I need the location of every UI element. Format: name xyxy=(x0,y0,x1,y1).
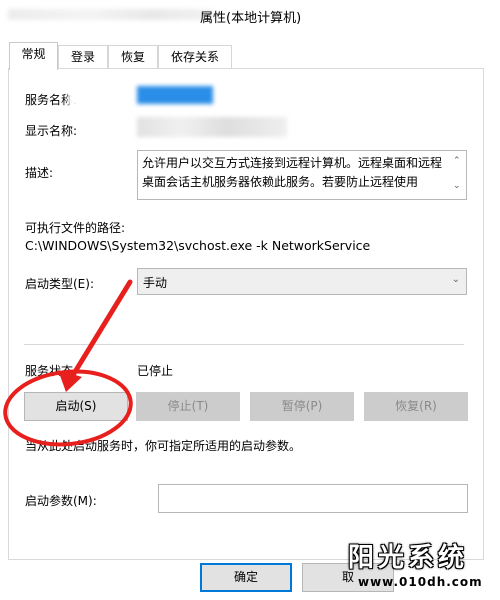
title-bar: 属性(本地计算机) xyxy=(0,0,500,30)
pause-button[interactable]: 暂停(P) xyxy=(250,392,354,421)
startup-type-label: 启动类型(E): xyxy=(25,277,94,291)
tab-logon[interactable]: 登录 xyxy=(58,45,108,68)
startup-type-value: 手动 xyxy=(143,276,168,290)
service-status-value: 已停止 xyxy=(137,364,174,378)
tab-recovery[interactable]: 恢复 xyxy=(108,45,158,68)
tab-general[interactable]: 常规 xyxy=(9,42,58,70)
ok-button[interactable]: 确定 xyxy=(200,563,292,592)
watermark: 阳光系统 www.010dh.com xyxy=(330,535,500,600)
scroll-up-icon[interactable]: ⌃ xyxy=(453,156,461,166)
start-params-label: 启动参数(M): xyxy=(25,494,97,508)
blurred-service-name xyxy=(137,86,213,104)
resume-button[interactable]: 恢复(R) xyxy=(364,392,468,421)
exe-path-value: C:\WINDOWS\System32\svchost.exe -k Netwo… xyxy=(25,238,371,253)
watermark-title: 阳光系统 xyxy=(348,543,469,573)
label-occlusion xyxy=(68,88,88,106)
tab-dependencies[interactable]: 依存关系 xyxy=(158,45,232,68)
startup-type-select[interactable]: 手动 ⌄ xyxy=(137,268,467,295)
display-name-label: 显示名称: xyxy=(25,124,78,138)
stop-button[interactable]: 停止(T) xyxy=(136,392,240,421)
exe-path-label: 可执行文件的路径: xyxy=(25,221,126,235)
divider xyxy=(24,344,464,345)
start-params-hint: 当从此处启动服务时，你可指定所适用的启动参数。 xyxy=(25,439,302,453)
description-label: 描述: xyxy=(25,166,54,180)
service-status-label: 服务状态: xyxy=(25,364,78,378)
blurred-service-title xyxy=(8,9,213,20)
scroll-down-icon[interactable]: ⌄ xyxy=(453,181,461,191)
start-button[interactable]: 启动(S) xyxy=(24,392,128,421)
window-title: 属性(本地计算机) xyxy=(200,11,302,26)
watermark-url: www.010dh.com xyxy=(358,575,483,589)
description-text: 允许用户以交互方式连接到远程计算机。远程桌面和远程桌面会话主机服务器依赖此服务。… xyxy=(142,156,443,189)
chevron-down-icon: ⌄ xyxy=(451,274,460,285)
description-box[interactable]: 允许用户以交互方式连接到远程计算机。远程桌面和远程桌面会话主机服务器依赖此服务。… xyxy=(137,150,467,200)
description-scrollbar[interactable]: ⌃ ⌄ xyxy=(450,151,466,199)
blurred-display-name xyxy=(137,117,287,137)
start-params-input[interactable] xyxy=(158,484,468,513)
